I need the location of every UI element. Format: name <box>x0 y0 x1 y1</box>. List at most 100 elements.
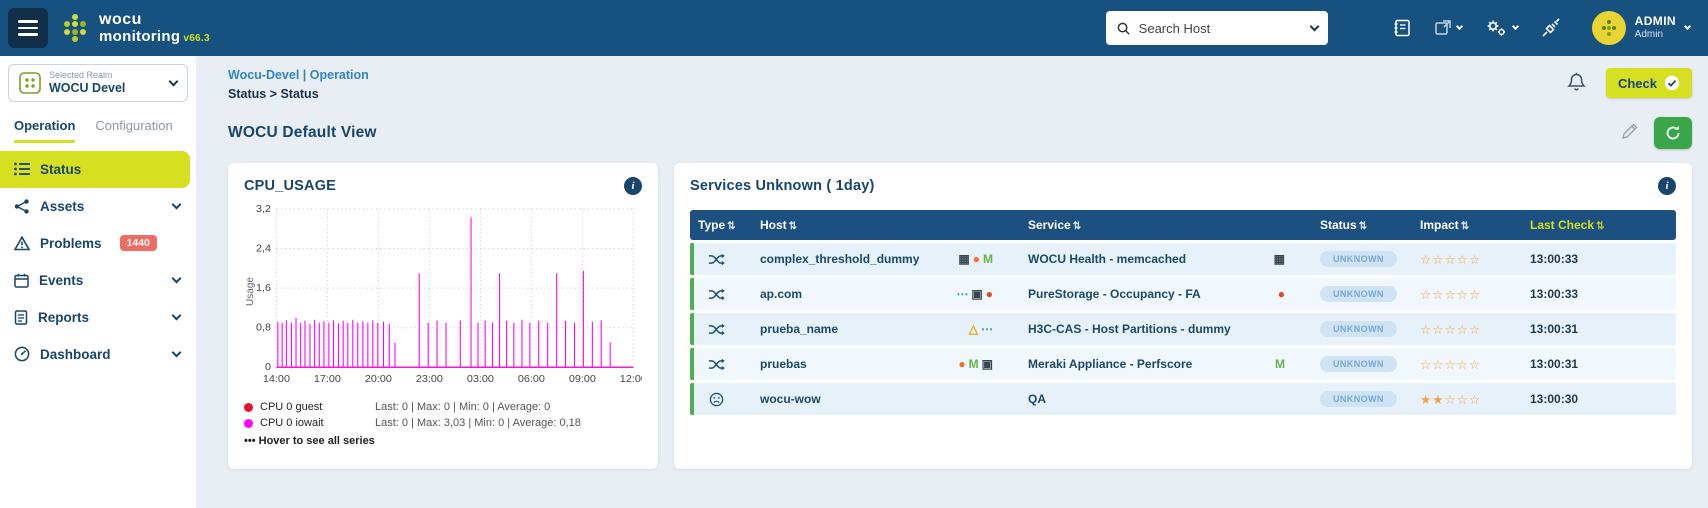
legend-item[interactable]: CPU 0 guestLast: 0 | Max: 0 | Min: 0 | A… <box>244 401 642 413</box>
cpu-usage-chart[interactable]: 14:0017:0020:0023:0003:0006:0009:0012:00… <box>244 201 642 395</box>
legend-more[interactable]: ••• Hover to see all series <box>244 435 642 447</box>
svg-text:17:00: 17:00 <box>314 374 341 385</box>
status-badge: UNKNOWN <box>1320 286 1397 302</box>
host-search-combobox[interactable]: Search Host <box>1106 11 1328 45</box>
status-cell: UNKNOWN <box>1312 278 1412 310</box>
star-empty-icon: ☆ <box>1432 288 1444 302</box>
column-header-type[interactable]: Type⇅ <box>690 210 752 240</box>
status-cell: UNKNOWN <box>1312 313 1412 345</box>
refresh-button[interactable] <box>1654 117 1692 149</box>
table-row[interactable]: ap.com⋯▣●PureStorage - Occupancy - FA●UN… <box>690 278 1676 310</box>
monitor-icon: ▣ <box>971 287 985 301</box>
avatar-logo-icon <box>1599 18 1619 38</box>
svg-text:14:00: 14:00 <box>263 374 290 385</box>
disconnect-plug-button[interactable] <box>1540 17 1562 39</box>
star-empty-icon: ☆ <box>1457 393 1469 407</box>
sidebar-item-events[interactable]: Events <box>0 262 196 299</box>
sidebar-item-problems[interactable]: Problems 1440 <box>0 225 196 262</box>
problems-count-badge: 1440 <box>120 235 157 251</box>
user-menu[interactable]: ADMIN Admin <box>1592 11 1690 45</box>
logo-title: wocu <box>99 12 210 29</box>
table-row[interactable]: pruebas●M▣Meraki Appliance - PerfscoreMU… <box>690 348 1676 380</box>
grid-icon: ▦ <box>1274 252 1288 266</box>
page-title: WOCU Default View <box>228 124 377 142</box>
chevron-down-icon <box>172 348 182 358</box>
sidebar-item-reports[interactable]: Reports <box>0 299 196 336</box>
star-empty-icon: ☆ <box>1444 393 1456 407</box>
star-empty-icon: ☆ <box>1457 288 1469 302</box>
hamburger-menu-button[interactable] <box>8 8 48 48</box>
host-icons: ⋯▣● <box>956 287 1012 301</box>
tab-configuration[interactable]: Configuration <box>95 118 172 143</box>
column-header-impact[interactable]: Impact⇅ <box>1412 210 1522 240</box>
edit-pencil-button[interactable] <box>1621 123 1638 143</box>
sidebar-item-dashboard[interactable]: Dashboard <box>0 336 196 373</box>
settings-gears-button[interactable] <box>1484 18 1518 38</box>
user-name: ADMIN <box>1635 15 1676 29</box>
service-name-link[interactable]: PureStorage - Occupancy - FA <box>1028 287 1201 301</box>
notifications-bell-button[interactable] <box>1567 72 1586 95</box>
host-name-link[interactable]: ap.com <box>760 287 802 301</box>
breadcrumb-link[interactable]: Wocu-Devel | Operation <box>228 68 369 82</box>
star-filled-icon: ★ <box>1432 393 1444 407</box>
table-row[interactable]: complex_threshold_dummy▦●MWOCU Health - … <box>690 243 1676 275</box>
host-name-link[interactable]: prueba_name <box>760 322 838 336</box>
share-nodes-icon <box>14 199 30 214</box>
topbar-actions <box>1392 17 1562 39</box>
chevron-down-icon[interactable] <box>169 76 179 86</box>
column-header-host[interactable]: Host⇅ <box>752 210 1020 240</box>
service-name-link[interactable]: QA <box>1028 392 1046 406</box>
table-row[interactable]: wocu-wowQAUNKNOWN★★☆☆☆13:00:30 <box>690 383 1676 415</box>
sidebar-item-assets[interactable]: Assets <box>0 188 196 225</box>
info-icon[interactable]: i <box>1658 177 1676 195</box>
table-row[interactable]: prueba_name△⋯H3C-CAS - Host Partitions -… <box>690 313 1676 345</box>
star-empty-icon: ☆ <box>1420 358 1432 372</box>
plug-icon <box>1540 17 1562 39</box>
app-logo: wocu monitoringv66.3 <box>60 12 210 45</box>
svg-text:12:00: 12:00 <box>620 374 642 385</box>
check-button[interactable]: Check <box>1606 68 1692 98</box>
sidebar-item-label: Reports <box>38 310 89 325</box>
tab-operation[interactable]: Operation <box>14 118 75 143</box>
dashboard-gauge-icon <box>14 346 30 362</box>
shuffle-icon <box>708 357 725 372</box>
column-header-service[interactable]: Service⇅ <box>1020 210 1312 240</box>
sidebar-item-label: Assets <box>40 199 84 214</box>
service-cell: QA <box>1020 383 1312 415</box>
status-badge: UNKNOWN <box>1320 321 1397 337</box>
fox-icon: ● <box>958 357 968 371</box>
impact-cell: ☆☆☆☆☆ <box>1412 313 1522 345</box>
last-check-cell: 13:00:31 <box>1522 313 1676 345</box>
chevron-down-icon[interactable] <box>1684 23 1691 30</box>
type-cell <box>690 243 752 275</box>
docs-book-button[interactable] <box>1392 18 1412 38</box>
star-empty-icon: ☆ <box>1457 358 1469 372</box>
sidebar-item-label: Status <box>40 162 81 177</box>
star-empty-icon: ☆ <box>1420 253 1432 267</box>
status-badge: UNKNOWN <box>1320 356 1397 372</box>
sidebar-item-label: Events <box>39 273 83 288</box>
service-name-link[interactable]: H3C-CAS - Host Partitions - dummy <box>1028 322 1231 336</box>
legend-item[interactable]: CPU 0 iowaitLast: 0 | Max: 3,03 | Min: 0… <box>244 417 642 429</box>
column-header-status[interactable]: Status⇅ <box>1312 210 1412 240</box>
host-name-link[interactable]: complex_threshold_dummy <box>760 252 919 266</box>
warning-icon <box>14 236 30 251</box>
star-empty-icon: ☆ <box>1457 323 1469 337</box>
services-card-title: Services Unknown ( 1day) <box>690 178 875 194</box>
info-icon[interactable]: i <box>624 177 642 195</box>
star-empty-icon: ☆ <box>1469 288 1481 302</box>
breadcrumb-path: Status > Status <box>228 87 369 101</box>
svg-text:20:00: 20:00 <box>365 374 392 385</box>
chevron-down-icon <box>172 311 182 321</box>
realm-selector[interactable]: Selected Realm WOCU Devel <box>8 64 188 102</box>
host-name-link[interactable]: wocu-wow <box>760 392 821 406</box>
list-icon <box>14 162 30 176</box>
column-header-last-check[interactable]: Last Check⇅ <box>1522 210 1676 240</box>
host-name-link[interactable]: pruebas <box>760 357 807 371</box>
sidebar-item-status[interactable]: Status <box>0 151 190 188</box>
service-cell: Meraki Appliance - PerfscoreM <box>1020 348 1312 380</box>
service-name-link[interactable]: WOCU Health - memcached <box>1028 252 1186 266</box>
chevron-down-icon[interactable] <box>1309 22 1319 32</box>
service-name-link[interactable]: Meraki Appliance - Perfscore <box>1028 357 1192 371</box>
external-window-button[interactable] <box>1434 19 1462 37</box>
